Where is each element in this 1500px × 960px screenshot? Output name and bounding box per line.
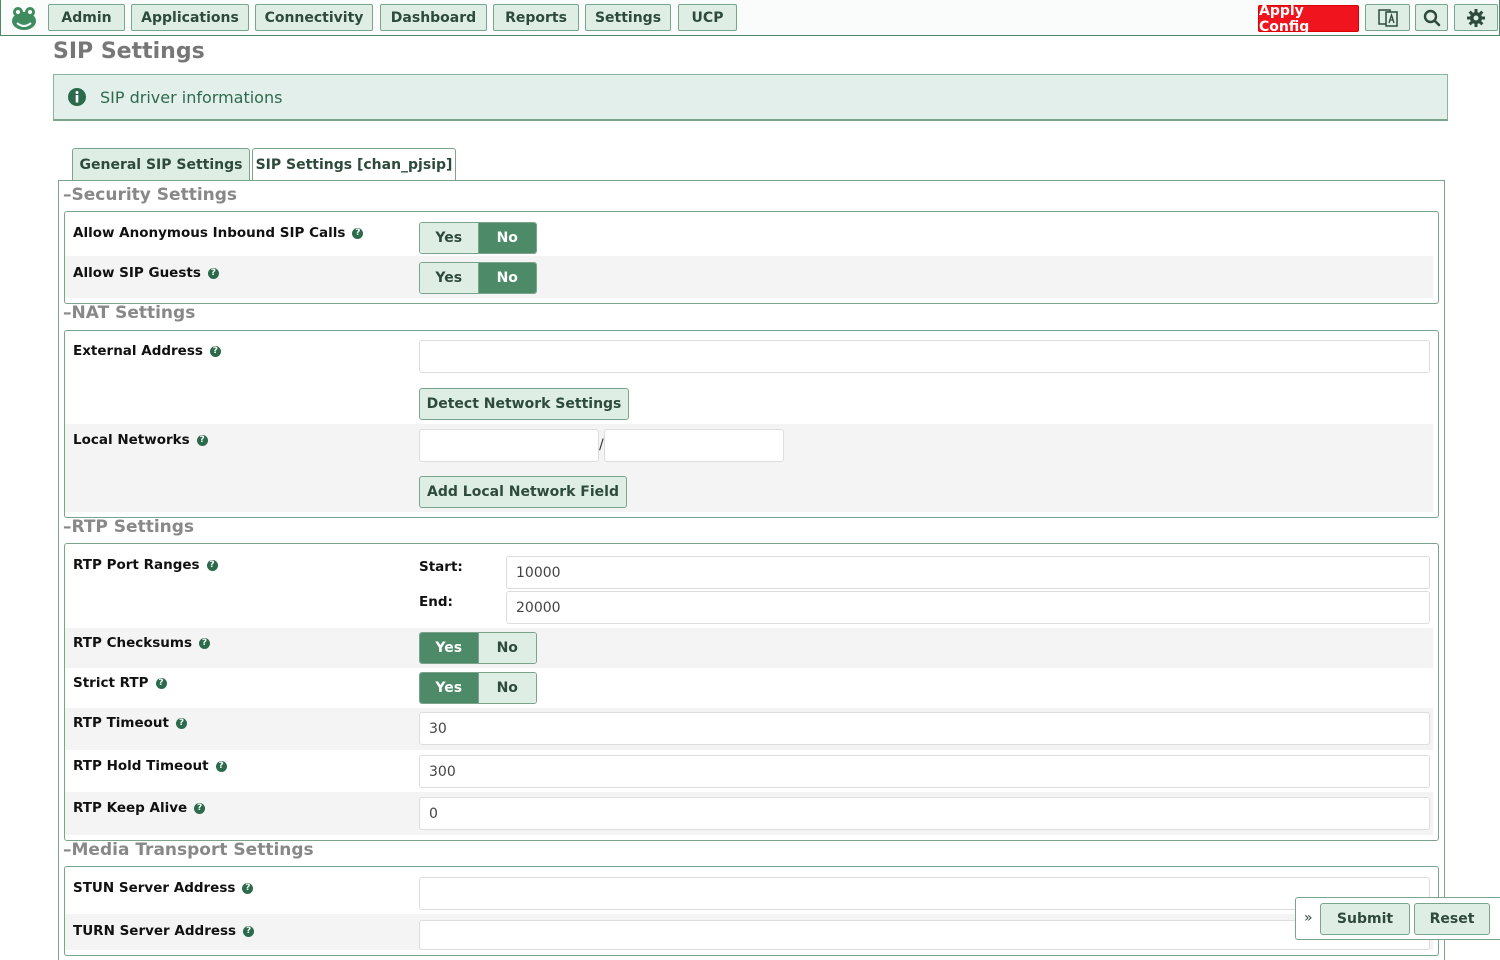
rtp-port-ranges-label: RTP Port Ranges?: [73, 557, 218, 573]
anonymous-calls-no[interactable]: No: [478, 223, 536, 253]
sip-guests-toggle: Yes No: [419, 262, 537, 294]
rtp-keep-alive-label: RTP Keep Alive?: [73, 800, 206, 816]
collapse-icon: –: [63, 303, 72, 323]
nav-admin[interactable]: Admin: [48, 4, 125, 31]
help-icon[interactable]: ?: [176, 717, 187, 729]
turn-server-input[interactable]: [419, 920, 1430, 950]
info-text: SIP driver informations: [100, 87, 283, 107]
tab-general-sip-settings[interactable]: General SIP Settings: [72, 148, 250, 181]
local-network-input[interactable]: [419, 429, 599, 462]
page-title: SIP Settings: [53, 39, 205, 64]
nav-reports[interactable]: Reports: [493, 4, 579, 31]
nav-dashboard[interactable]: Dashboard: [380, 4, 487, 31]
info-alert: SIP driver informations: [53, 74, 1448, 121]
collapse-icon: –: [63, 517, 72, 537]
network-separator: /: [599, 437, 604, 453]
rtp-checksums-toggle: Yes No: [419, 632, 537, 664]
media-transport-settings-heading[interactable]: –Media Transport Settings: [63, 840, 314, 860]
external-address-label: External Address?: [73, 343, 221, 359]
sip-guests-label: Allow SIP Guests?: [73, 265, 219, 281]
stun-server-label: STUN Server Address?: [73, 880, 254, 896]
strict-rtp-label: Strict RTP?: [73, 675, 167, 691]
nav-settings[interactable]: Settings: [585, 4, 671, 31]
rtp-end-label: End:: [419, 594, 453, 610]
rtp-hold-timeout-input[interactable]: 300: [419, 755, 1430, 788]
collapse-icon: –: [63, 840, 72, 860]
rtp-keep-alive-input[interactable]: 0: [419, 797, 1430, 830]
add-local-network-field-button[interactable]: Add Local Network Field: [419, 476, 627, 508]
anonymous-calls-label: Allow Anonymous Inbound SIP Calls?: [73, 225, 364, 241]
help-icon[interactable]: ?: [199, 637, 210, 649]
detect-network-settings-button[interactable]: Detect Network Settings: [419, 388, 629, 420]
chevron-double-right-icon[interactable]: »: [1304, 910, 1313, 926]
language-icon[interactable]: [1365, 4, 1410, 31]
help-icon[interactable]: ?: [155, 677, 167, 689]
rtp-hold-timeout-label: RTP Hold Timeout?: [73, 758, 227, 774]
rtp-settings-heading[interactable]: –RTP Settings: [63, 517, 194, 537]
row-background: [65, 628, 1433, 668]
sip-guests-no[interactable]: No: [478, 263, 536, 293]
turn-server-label: TURN Server Address?: [73, 923, 255, 939]
help-icon[interactable]: ?: [206, 559, 218, 571]
top-nav-bar: Admin Applications Connectivity Dashboar…: [0, 0, 1500, 36]
help-icon[interactable]: ?: [194, 802, 206, 814]
strict-rtp-toggle: Yes No: [419, 672, 537, 704]
anonymous-calls-yes[interactable]: Yes: [420, 223, 479, 253]
rtp-checksums-no[interactable]: No: [478, 633, 536, 663]
submit-button[interactable]: Submit: [1320, 903, 1410, 935]
logo-frog-icon[interactable]: [9, 4, 39, 32]
external-address-input[interactable]: [419, 340, 1430, 373]
help-icon[interactable]: ?: [209, 345, 221, 357]
info-icon: [68, 88, 86, 106]
collapse-icon: –: [63, 185, 72, 205]
tab-sip-settings-chan-pjsip[interactable]: SIP Settings [chan_pjsip]: [252, 148, 456, 181]
help-icon[interactable]: ?: [242, 882, 254, 894]
search-icon[interactable]: [1415, 4, 1448, 31]
anonymous-calls-toggle: Yes No: [419, 222, 537, 254]
nav-ucp[interactable]: UCP: [678, 4, 737, 31]
rtp-start-input[interactable]: 10000: [506, 556, 1430, 589]
rtp-checksums-yes[interactable]: Yes: [420, 633, 479, 663]
nav-applications[interactable]: Applications: [131, 4, 249, 31]
rtp-timeout-label: RTP Timeout?: [73, 715, 187, 731]
row-background: [65, 256, 1433, 298]
strict-rtp-no[interactable]: No: [478, 673, 536, 703]
help-icon[interactable]: ?: [243, 925, 255, 937]
help-icon[interactable]: ?: [352, 227, 364, 239]
local-netmask-input[interactable]: [604, 429, 784, 462]
local-networks-label: Local Networks?: [73, 432, 208, 448]
security-settings-heading[interactable]: –Security Settings: [63, 185, 237, 205]
help-icon[interactable]: ?: [215, 760, 227, 772]
reset-button[interactable]: Reset: [1414, 903, 1490, 935]
help-icon[interactable]: ?: [196, 434, 208, 446]
apply-config-button[interactable]: Apply Config: [1258, 3, 1359, 35]
rtp-checksums-label: RTP Checksums?: [73, 635, 210, 651]
strict-rtp-yes[interactable]: Yes: [420, 673, 479, 703]
nat-settings-heading[interactable]: –NAT Settings: [63, 303, 195, 323]
stun-server-input[interactable]: [419, 877, 1430, 910]
sip-guests-yes[interactable]: Yes: [420, 263, 479, 293]
nav-connectivity[interactable]: Connectivity: [255, 4, 373, 31]
rtp-end-input[interactable]: 20000: [506, 591, 1430, 624]
floating-action-bar: » Submit Reset: [1295, 897, 1500, 940]
rtp-start-label: Start:: [419, 559, 463, 575]
gear-icon[interactable]: [1454, 4, 1498, 31]
rtp-timeout-input[interactable]: 30: [419, 712, 1430, 745]
help-icon[interactable]: ?: [207, 267, 219, 279]
